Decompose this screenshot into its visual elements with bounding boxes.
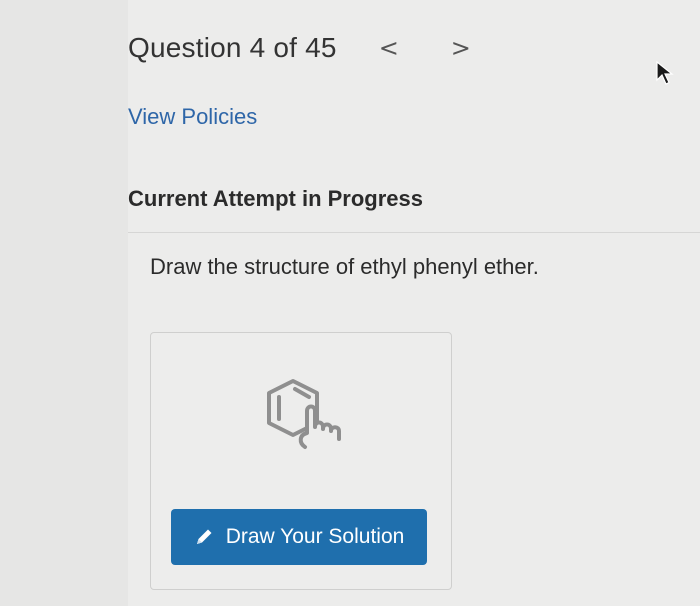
benzene-draw-hand-icon [267, 379, 341, 449]
left-margin [0, 0, 128, 606]
question-prompt: Draw the structure of ethyl phenyl ether… [150, 254, 539, 279]
view-policies-link[interactable]: View Policies [128, 104, 257, 130]
question-counter: Question 4 of 45 [128, 32, 337, 63]
draw-button-label: Draw Your Solution [225, 525, 405, 548]
question-header: Question 4 of 45 < > [128, 28, 471, 68]
previous-question-button[interactable]: < [379, 34, 399, 62]
pencil-icon [196, 529, 212, 544]
attempt-status-heading: Current Attempt in Progress [128, 186, 424, 211]
mouse-pointer-icon [656, 60, 674, 85]
draw-your-solution-button[interactable]: Draw Your Solution [171, 509, 427, 565]
next-question-button[interactable]: > [451, 34, 471, 62]
section-divider [128, 232, 700, 233]
answer-box: Draw Your Solution [150, 332, 452, 590]
